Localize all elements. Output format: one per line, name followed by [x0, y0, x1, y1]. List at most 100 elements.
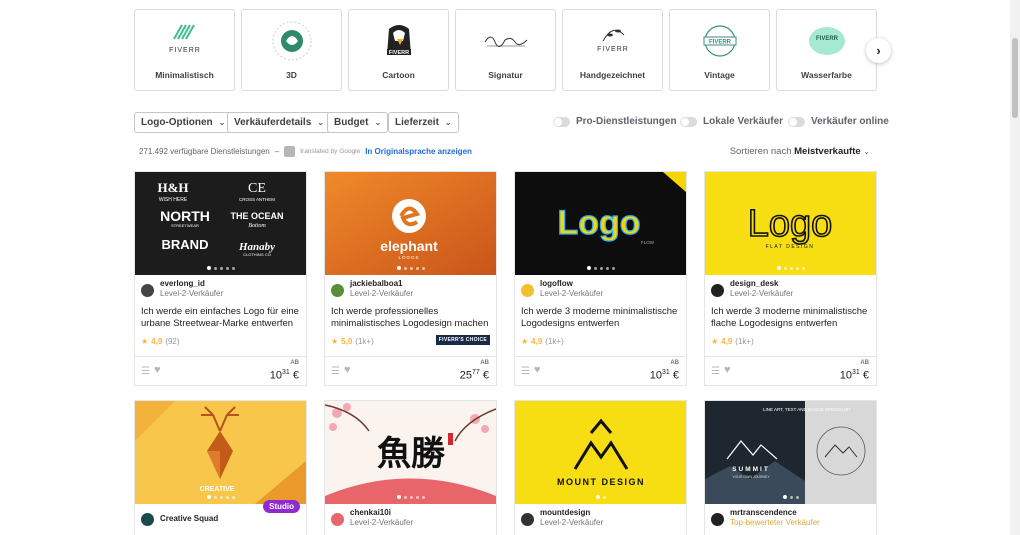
avatar[interactable] [521, 284, 534, 297]
style-card-signature[interactable]: Signatur [455, 9, 556, 91]
price-prefix: AB [480, 360, 489, 366]
gig-title[interactable]: Ich werde ein einfaches Logo für eine ur… [135, 300, 306, 330]
seller-name[interactable]: design_desk [730, 279, 793, 289]
chevron-down-icon: ⌄ [374, 118, 382, 127]
toggle-label: Pro-Dienstleistungen [576, 116, 677, 127]
seller-info: everlong_id Level-2-Verkäufer [135, 275, 306, 300]
gig-card[interactable]: Logo FLAT DESIGN design_desk Level-2-Ver… [704, 171, 877, 386]
svg-text:FLOW: FLOW [641, 240, 655, 245]
translated-by-google: translated by Google [300, 148, 361, 155]
style-thumb [262, 19, 322, 63]
chevron-down-icon: ⌄ [317, 118, 324, 127]
menu-icon[interactable]: ☰ [521, 366, 530, 377]
avatar[interactable] [711, 513, 724, 526]
menu-icon[interactable]: ☰ [141, 366, 150, 377]
image-carousel-dots[interactable] [776, 266, 805, 270]
gig-image[interactable]: SUMMIT YOUR OWN JOURNEY LINE ART, TEXT A… [705, 401, 876, 504]
avatar[interactable] [331, 284, 344, 297]
gig-footer: ☰ ♥ AB 1031 € [705, 356, 876, 385]
seller-name[interactable]: mrtranscendence [730, 508, 820, 518]
heart-icon[interactable]: ♥ [344, 364, 351, 376]
svg-text:Bottom: Bottom [248, 223, 266, 229]
gig-title[interactable]: Ich werde professionelles minimalistisch… [325, 300, 496, 330]
heart-icon[interactable]: ♥ [154, 364, 161, 376]
seller-name[interactable]: logoflow [540, 279, 603, 289]
seller-info: mrtranscendence Top-bewerteter Verkäufer [705, 504, 876, 529]
gig-image[interactable]: 魚勝 [325, 401, 496, 504]
svg-text:THE OCEAN: THE OCEAN [230, 211, 283, 221]
carousel-next-button[interactable]: › [866, 38, 891, 63]
gig-card[interactable]: SUMMIT YOUR OWN JOURNEY LINE ART, TEXT A… [704, 400, 877, 535]
gig-image[interactable]: Logo FLOW [515, 172, 686, 275]
style-card-vintage[interactable]: FIVERR Vintage [669, 9, 770, 91]
seller-name[interactable]: chenkai10i [350, 508, 413, 518]
toggle-switch[interactable] [553, 116, 570, 127]
heart-icon[interactable]: ♥ [724, 364, 731, 376]
image-carousel-dots[interactable] [396, 495, 425, 499]
gig-image[interactable]: Logo FLAT DESIGN [705, 172, 876, 275]
gig-image[interactable]: H&H WISH HERE NORTH STREETWEAR CE CROSS … [135, 172, 306, 275]
svg-text:YOUR OWN JOURNEY: YOUR OWN JOURNEY [732, 475, 770, 479]
seller-name[interactable]: jackiebalboa1 [350, 279, 413, 289]
avatar[interactable] [711, 284, 724, 297]
menu-icon[interactable]: ☰ [711, 366, 720, 377]
filter-logo-options[interactable]: Logo-Optionen ⌄ [134, 112, 233, 133]
gig-image[interactable]: MOUNT DESIGN [515, 401, 686, 504]
gig-card[interactable]: 魚勝 chenkai10i Level-2-Verkäufer [324, 400, 497, 535]
review-count: (1k+) [545, 337, 564, 346]
price-prefix: AB [860, 360, 869, 366]
gig-title[interactable]: Ich werde 3 moderne minimalistische flac… [705, 300, 876, 330]
toggle-switch[interactable] [788, 116, 805, 127]
image-carousel-dots[interactable] [206, 266, 235, 270]
sort-label: Sortieren nach [729, 146, 792, 157]
image-carousel-dots[interactable] [396, 266, 425, 270]
heart-icon[interactable]: ♥ [534, 364, 541, 376]
gig-card[interactable]: CREATIVE Studio Creative Squad [134, 400, 307, 535]
filter-seller-details[interactable]: Verkäuferdetails ⌄ [227, 112, 331, 133]
seller-name[interactable]: Creative Squad [160, 514, 218, 524]
style-card-handdrawn[interactable]: FIVERR Handgezeichnet [562, 9, 663, 91]
sort-by[interactable]: Sortieren nach Meistverkaufte ⌄ [730, 146, 870, 157]
avatar[interactable] [141, 513, 154, 526]
page-scrollbar[interactable] [1010, 0, 1020, 535]
avatar[interactable] [521, 513, 534, 526]
menu-icon[interactable]: ☰ [331, 366, 340, 377]
toggle-online-sellers[interactable]: Verkäufer online [788, 116, 889, 127]
gig-card[interactable]: H&H WISH HERE NORTH STREETWEAR CE CROSS … [134, 171, 307, 386]
filter-budget[interactable]: Budget ⌄ [327, 112, 389, 133]
gig-image[interactable]: elephant LOGOS [325, 172, 496, 275]
price-prefix: AB [670, 360, 679, 366]
toggle-local-sellers[interactable]: Lokale Verkäufer [680, 116, 783, 127]
scrollbar-thumb[interactable] [1012, 38, 1018, 118]
image-carousel-dots[interactable] [595, 495, 606, 499]
svg-text:BRAND: BRAND [162, 237, 209, 252]
seller-name[interactable]: everlong_id [160, 279, 223, 289]
image-carousel-dots[interactable] [586, 266, 615, 270]
avatar[interactable] [141, 284, 154, 297]
gig-card[interactable]: elephant LOGOS jackiebalboa1 Level-2-Ver… [324, 171, 497, 386]
style-label: Minimalistisch [155, 70, 214, 80]
toggle-switch[interactable] [680, 116, 697, 127]
image-carousel-dots[interactable] [782, 495, 799, 499]
svg-text:CREATIVE: CREATIVE [200, 486, 235, 493]
image-carousel-dots[interactable] [206, 495, 235, 499]
filter-delivery-time[interactable]: Lieferzeit ⌄ [388, 112, 459, 133]
gig-card[interactable]: Logo FLOW logoflow Level-2-Verkäufer Ich… [514, 171, 687, 386]
style-card-watercolor[interactable]: FIVERR Wasserfarbe [776, 9, 877, 91]
chevron-down-icon: ⌄ [218, 118, 226, 127]
gig-image[interactable]: CREATIVE [135, 401, 306, 504]
style-card-cartoon[interactable]: FIVERR Cartoon [348, 9, 449, 91]
style-thumb: FIVERR [690, 19, 750, 63]
avatar[interactable] [331, 513, 344, 526]
toggle-pro-services[interactable]: Pro-Dienstleistungen [553, 116, 677, 127]
show-original-language-link[interactable]: In Originalsprache anzeigen [365, 147, 472, 156]
style-card-minimalist[interactable]: FIVERR Minimalistisch [134, 9, 235, 91]
seller-name[interactable]: mountdesign [540, 508, 603, 518]
star-icon: ★ [521, 337, 529, 346]
gig-title[interactable]: Ich werde 3 moderne minimalistische Logo… [515, 300, 686, 330]
style-thumb: FIVERR [369, 19, 429, 63]
style-card-3d[interactable]: 3D [241, 9, 342, 91]
filter-label: Lieferzeit [395, 117, 439, 128]
svg-text:CE: CE [248, 181, 266, 196]
gig-card[interactable]: MOUNT DESIGN mountdesign Level-2-Verkäuf… [514, 400, 687, 535]
